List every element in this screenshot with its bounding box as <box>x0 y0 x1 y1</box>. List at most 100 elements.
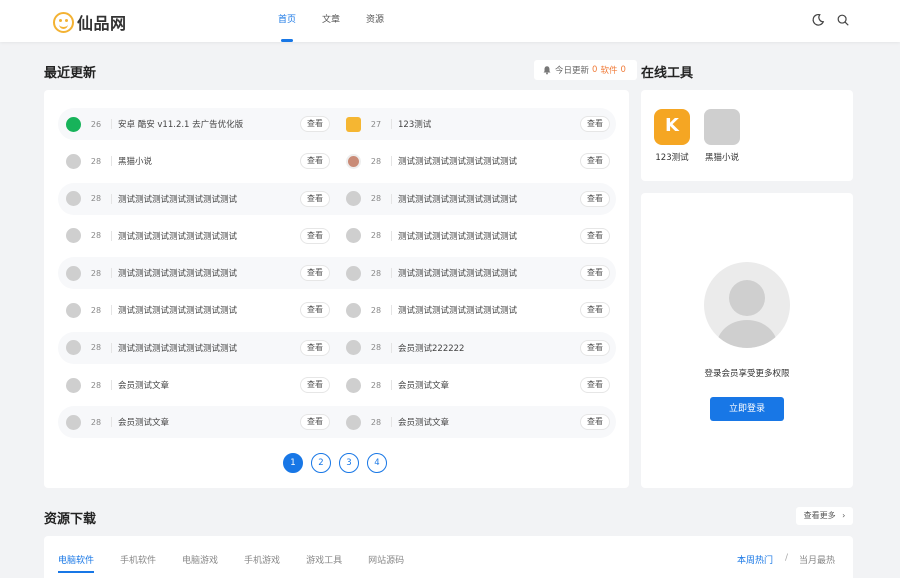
list-item[interactable]: 28 黑猫小说 查看 <box>66 145 336 177</box>
list-item[interactable]: 28 测试测试测试测试测试测试测试 查看 <box>66 220 336 252</box>
item-title[interactable]: 会员测试文章 <box>398 379 580 391</box>
item-title[interactable]: 黑猫小说 <box>118 155 300 167</box>
user-avatar-icon <box>704 262 790 348</box>
divider <box>391 305 392 316</box>
view-button[interactable]: 查看 <box>580 414 610 431</box>
item-title[interactable]: 测试测试测试测试测试测试测试 <box>398 304 580 316</box>
tab-site-source[interactable]: 网站源码 <box>368 553 404 566</box>
tool-item-123[interactable]: 123测试 <box>652 109 692 163</box>
list-item[interactable]: 28 会员测试文章 查看 <box>66 406 336 438</box>
list-item[interactable]: 27 123测试 查看 <box>346 108 616 140</box>
item-title[interactable]: 测试测试测试测试测试测试测试 <box>118 342 300 354</box>
view-button[interactable]: 查看 <box>580 227 610 244</box>
nav-home[interactable]: 首页 <box>270 0 304 42</box>
list-item[interactable]: 28 测试测试测试测试测试测试测试 查看 <box>66 294 336 326</box>
item-title[interactable]: 安卓 酷安 v11.2.1 去广告优化版 <box>118 118 300 130</box>
list-item[interactable]: 28 会员测试文章 查看 <box>346 369 616 401</box>
nav-resources[interactable]: 资源 <box>358 0 392 42</box>
view-button[interactable]: 查看 <box>300 339 330 356</box>
list-item[interactable]: 28 测试测试测试测试测试测试测试 查看 <box>66 332 336 364</box>
software-count: 0 <box>620 65 626 75</box>
rank-week[interactable]: 本周热门 <box>737 553 773 566</box>
item-title[interactable]: 测试测试测试测试测试测试测试 <box>118 267 300 279</box>
view-button[interactable]: 查看 <box>300 414 330 431</box>
view-button[interactable]: 查看 <box>580 153 610 170</box>
item-title[interactable]: 会员测试文章 <box>118 416 300 428</box>
page-button-1[interactable]: 1 <box>283 453 303 473</box>
search-icon[interactable] <box>836 13 850 27</box>
gift-app-icon <box>346 116 361 132</box>
list-item[interactable]: 28 会员测试文章 查看 <box>66 369 336 401</box>
view-button[interactable]: 查看 <box>300 265 330 282</box>
item-title[interactable]: 测试测试测试测试测试测试测试 <box>398 193 580 205</box>
divider <box>391 342 392 353</box>
item-title[interactable]: 会员测试文章 <box>398 416 580 428</box>
site-logo[interactable]: 仙品网 <box>53 10 127 34</box>
item-title[interactable]: 测试测试测试测试测试测试测试 <box>118 193 300 205</box>
view-button[interactable]: 查看 <box>300 190 330 207</box>
tab-mobile-games[interactable]: 手机游戏 <box>244 553 280 566</box>
item-count: 28 <box>90 194 102 204</box>
view-button[interactable]: 查看 <box>580 377 610 394</box>
tab-mobile-software[interactable]: 手机软件 <box>120 553 156 566</box>
view-button[interactable]: 查看 <box>300 153 330 170</box>
view-button[interactable]: 查看 <box>300 377 330 394</box>
view-button[interactable]: 查看 <box>300 116 330 132</box>
tab-pc-software[interactable]: 电脑软件 <box>58 553 95 573</box>
divider <box>111 230 112 241</box>
default-app-icon <box>66 228 81 244</box>
item-title[interactable]: 会员测试文章 <box>118 379 300 391</box>
view-button[interactable]: 查看 <box>580 265 610 282</box>
item-title[interactable]: 测试测试测试测试测试测试测试 <box>118 230 300 242</box>
coolapk-app-icon <box>66 116 81 132</box>
table-row: 28 黑猫小说 查看 28 测试测试测试测试测试测试测试 查看 <box>58 145 616 177</box>
login-tip: 登录会员享受更多权限 <box>704 369 790 379</box>
chevron-right-icon: › <box>842 511 846 520</box>
rank-month[interactable]: 当月最热 <box>799 553 835 566</box>
divider <box>111 119 112 129</box>
list-item[interactable]: 28 测试测试测试测试测试测试测试 查看 <box>346 294 616 326</box>
item-count: 28 <box>370 156 382 166</box>
page-button-3[interactable]: 3 <box>339 453 359 473</box>
view-button[interactable]: 查看 <box>580 339 610 356</box>
default-app-icon <box>66 265 81 281</box>
item-title[interactable]: 测试测试测试测试测试测试测试 <box>398 267 580 279</box>
default-app-icon <box>346 191 361 207</box>
top-header: 仙品网 首页 文章 资源 <box>0 0 900 42</box>
list-item[interactable]: 26 安卓 酷安 v11.2.1 去广告优化版 查看 <box>66 108 336 140</box>
page-button-2[interactable]: 2 <box>311 453 331 473</box>
item-count: 28 <box>90 305 102 315</box>
list-item[interactable]: 28 测试测试测试测试测试测试测试 查看 <box>346 220 616 252</box>
recent-title: 最近更新 <box>44 66 97 81</box>
list-item[interactable]: 28 测试测试测试测试测试测试测试 查看 <box>346 145 616 177</box>
item-title[interactable]: 测试测试测试测试测试测试测试 <box>398 155 580 167</box>
list-item[interactable]: 28 测试测试测试测试测试测试测试 查看 <box>346 183 616 215</box>
login-button[interactable]: 立即登录 <box>710 397 784 421</box>
item-title[interactable]: 会员测试222222 <box>398 342 580 354</box>
view-more-button[interactable]: 查看更多 › <box>796 507 853 525</box>
default-app-icon <box>346 265 361 281</box>
view-button[interactable]: 查看 <box>580 302 610 319</box>
page-button-4[interactable]: 4 <box>367 453 387 473</box>
divider <box>391 193 392 204</box>
today-update-badge: 今日更新 0 软件 0 <box>534 60 637 80</box>
nav-articles[interactable]: 文章 <box>314 0 348 42</box>
list-item[interactable]: 28 会员测试222222 查看 <box>346 332 616 364</box>
view-button[interactable]: 查看 <box>300 302 330 319</box>
list-item[interactable]: 28 会员测试文章 查看 <box>346 406 616 438</box>
tool-item-heimao[interactable]: 黑猫小说 <box>702 109 742 163</box>
list-item[interactable]: 28 测试测试测试测试测试测试测试 查看 <box>346 257 616 289</box>
list-item[interactable]: 28 测试测试测试测试测试测试测试 查看 <box>66 183 336 215</box>
item-title[interactable]: 测试测试测试测试测试测试测试 <box>118 304 300 316</box>
item-title[interactable]: 测试测试测试测试测试测试测试 <box>398 230 580 242</box>
view-button[interactable]: 查看 <box>580 116 610 132</box>
moon-icon[interactable] <box>811 13 825 27</box>
item-title[interactable]: 123测试 <box>398 118 580 130</box>
table-row: 28 测试测试测试测试测试测试测试 查看 28 测试测试测试测试测试测试测试 查看 <box>58 182 616 215</box>
tab-game-tools[interactable]: 游戏工具 <box>306 553 342 566</box>
view-button[interactable]: 查看 <box>580 190 610 207</box>
list-item[interactable]: 28 测试测试测试测试测试测试测试 查看 <box>66 257 336 289</box>
view-button[interactable]: 查看 <box>300 227 330 244</box>
item-count: 28 <box>90 380 102 390</box>
tab-pc-games[interactable]: 电脑游戏 <box>182 553 218 566</box>
